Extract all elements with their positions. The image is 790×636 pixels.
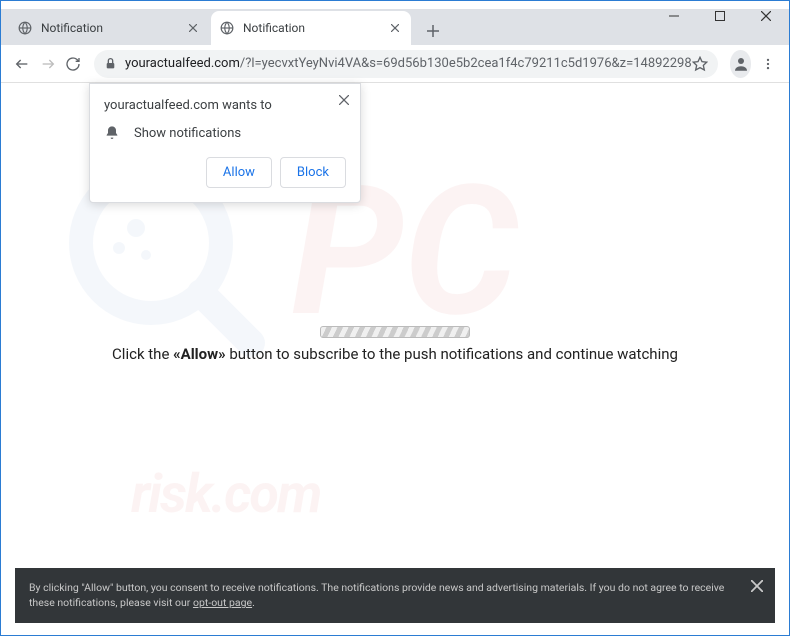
page-content: PC risk.com youractualfeed.com wants to … <box>1 83 789 635</box>
address-bar[interactable]: youractualfeed.com/?l=yecvxtYeyNvi4VA&s=… <box>94 50 718 78</box>
block-button[interactable]: Block <box>280 157 346 188</box>
menu-button[interactable] <box>757 50 779 78</box>
tab-title: Notification <box>41 21 185 35</box>
permission-item-label: Show notifications <box>134 126 241 141</box>
forward-button[interactable] <box>37 50 59 78</box>
permission-row: Show notifications <box>104 125 346 141</box>
bookmark-star-icon[interactable] <box>692 56 708 72</box>
instruction-text: Click the «Allow» button to subscribe to… <box>1 345 789 363</box>
close-window-button[interactable] <box>743 1 789 31</box>
globe-icon <box>219 20 235 36</box>
watermark-text: risk.com <box>131 463 689 526</box>
reload-button[interactable] <box>62 50 84 78</box>
permission-title: youractualfeed.com wants to <box>104 98 346 113</box>
url-text: youractualfeed.com/?l=yecvxtYeyNvi4VA&s=… <box>125 56 692 71</box>
browser-tab-active[interactable]: Notification <box>211 11 411 45</box>
tab-close-icon[interactable] <box>387 20 403 36</box>
bell-icon <box>104 125 120 141</box>
toolbar: youractualfeed.com/?l=yecvxtYeyNvi4VA&s=… <box>1 45 789 83</box>
back-button[interactable] <box>11 50 33 78</box>
browser-tab[interactable]: Notification <box>9 11 209 45</box>
popup-close-icon[interactable] <box>336 92 352 108</box>
tab-title: Notification <box>243 21 387 35</box>
maximize-button[interactable] <box>697 1 743 31</box>
tab-close-icon[interactable] <box>185 20 201 36</box>
consent-bar: By clicking "Allow" button, you consent … <box>15 568 775 624</box>
consent-close-icon[interactable] <box>751 580 763 592</box>
new-tab-button[interactable] <box>419 17 447 45</box>
opt-out-link[interactable]: opt-out page <box>193 596 252 609</box>
lock-icon <box>104 57 117 70</box>
globe-icon <box>17 20 33 36</box>
profile-avatar[interactable] <box>730 50 752 78</box>
loading-bar <box>320 326 470 338</box>
minimize-button[interactable] <box>651 1 697 31</box>
permission-popup: youractualfeed.com wants to Show notific… <box>89 83 361 203</box>
consent-text: By clicking "Allow" button, you consent … <box>29 581 724 610</box>
allow-button[interactable]: Allow <box>206 157 272 188</box>
